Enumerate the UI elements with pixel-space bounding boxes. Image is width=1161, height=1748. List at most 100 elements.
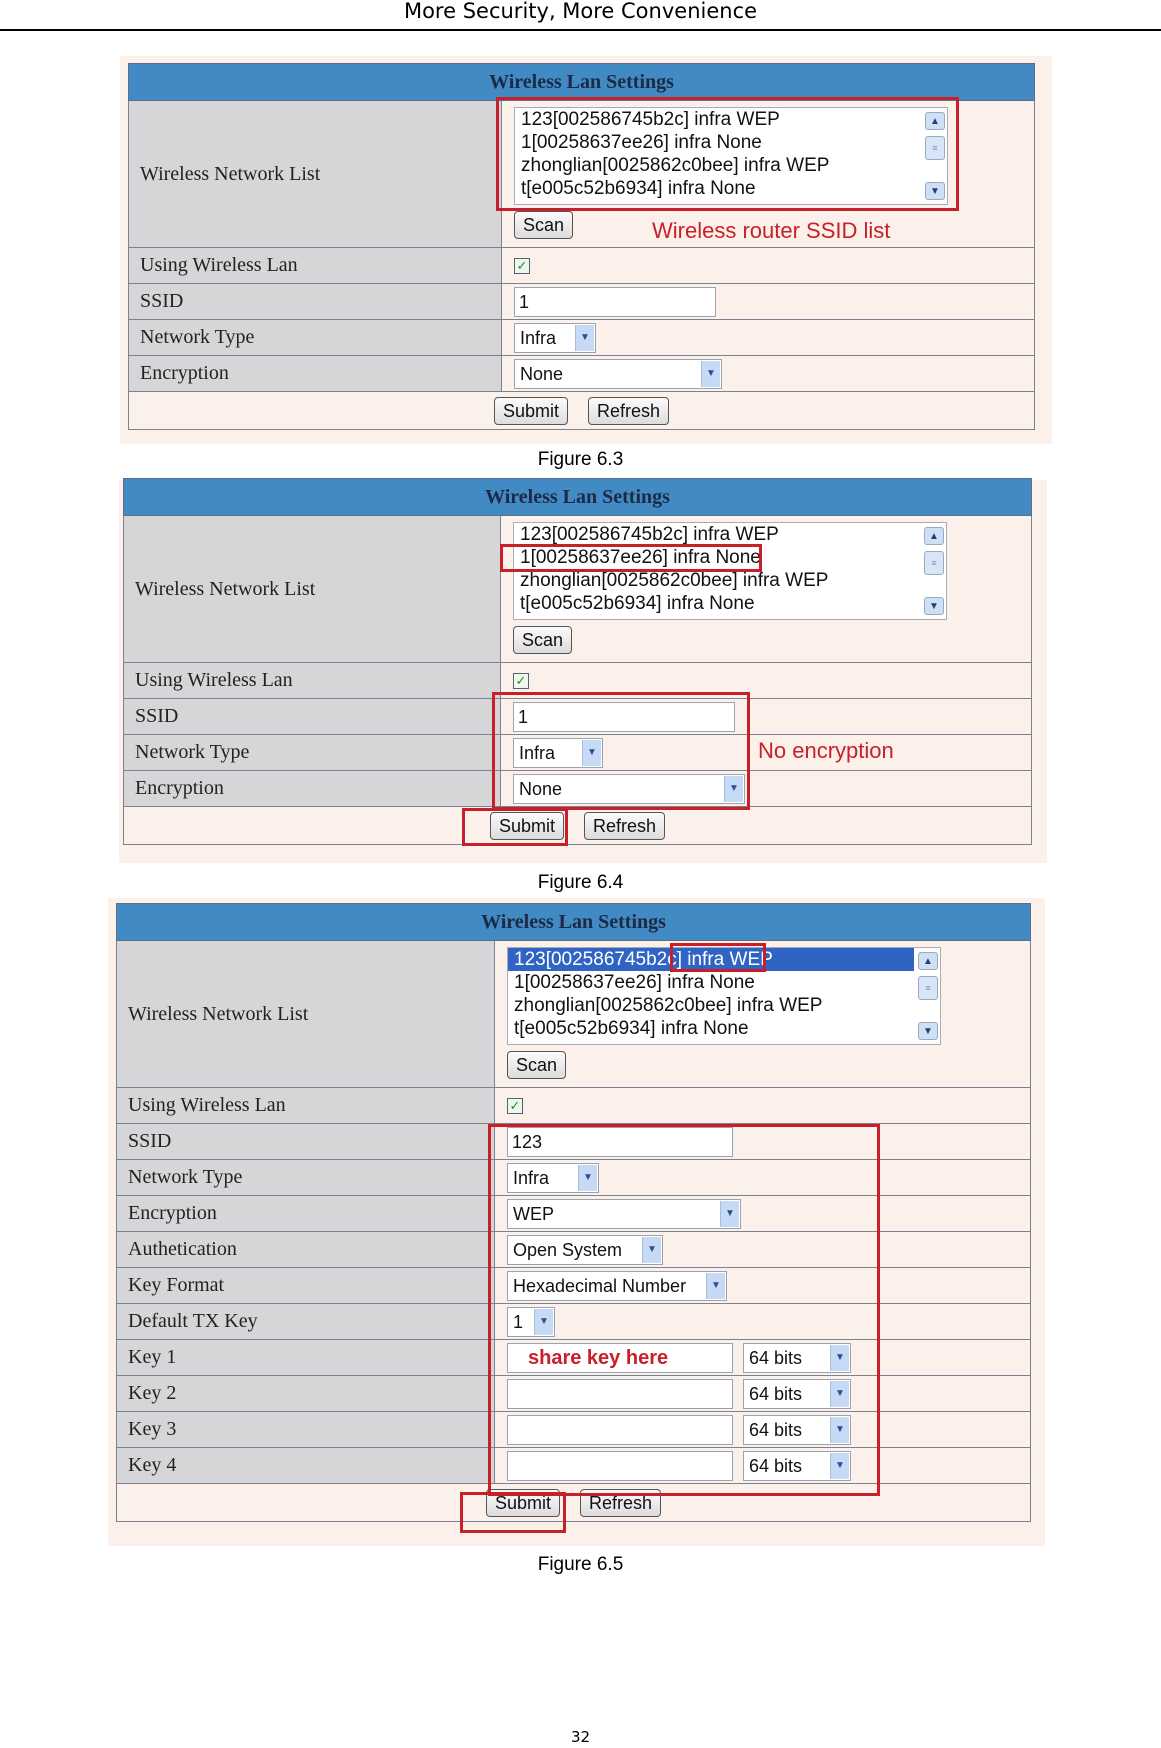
- scan-button[interactable]: Scan: [507, 1051, 567, 1079]
- submit-button[interactable]: Submit: [489, 811, 564, 840]
- scroll-up-icon[interactable]: ▲: [918, 952, 938, 970]
- network-item-selected[interactable]: 123[002586745b2c] infra WEP: [508, 948, 914, 971]
- key-4-bits-select[interactable]: 64 bits ▼: [743, 1450, 851, 1481]
- chevron-down-icon[interactable]: ▼: [582, 739, 601, 766]
- key-4-input[interactable]: [507, 1450, 733, 1481]
- ssid-input[interactable]: 1: [514, 286, 716, 317]
- encryption-select[interactable]: None ▼: [514, 358, 722, 389]
- chevron-down-icon[interactable]: ▼: [578, 1164, 597, 1191]
- table-title: Wireless Lan Settings: [116, 903, 1031, 941]
- label-key-3: Key 3: [116, 1411, 495, 1448]
- label-ssid: SSID: [128, 283, 502, 320]
- key-1-bits-value: 64 bits: [749, 1347, 803, 1368]
- label-network-list: Wireless Network List: [128, 100, 502, 248]
- network-type-value: Infra: [519, 742, 556, 763]
- using-wireless-checkbox[interactable]: ✓: [513, 673, 529, 690]
- scroll-up-icon[interactable]: ▲: [924, 527, 944, 545]
- network-item[interactable]: zhonglian[0025862c0bee] infra WEP: [515, 154, 947, 177]
- refresh-button[interactable]: Refresh: [588, 396, 670, 425]
- chevron-down-icon[interactable]: ▼: [830, 1416, 849, 1443]
- key-2-input[interactable]: [507, 1378, 733, 1409]
- network-item[interactable]: zhonglian[0025862c0bee] infra WEP: [514, 569, 946, 592]
- default-tx-key-value: 1: [513, 1311, 524, 1332]
- scroll-thumb-icon[interactable]: ≡: [924, 551, 944, 575]
- listbox-scrollbar[interactable]: ▲ ≡ ▼: [924, 525, 944, 617]
- chevron-down-icon[interactable]: ▼: [830, 1452, 849, 1479]
- chevron-down-icon[interactable]: ▼: [720, 1200, 739, 1227]
- key-4-bits-value: 64 bits: [749, 1455, 803, 1476]
- authentication-select[interactable]: Open System ▼: [507, 1234, 663, 1265]
- wireless-lan-settings-table: Wireless Lan Settings Wireless Network L…: [116, 903, 1031, 1522]
- chevron-down-icon[interactable]: ▼: [830, 1344, 849, 1371]
- network-listbox[interactable]: 123[002586745b2c] infra WEP 1[00258637ee…: [514, 107, 948, 205]
- chevron-down-icon[interactable]: ▼: [575, 324, 594, 351]
- label-using-wireless: Using Wireless Lan: [123, 662, 501, 699]
- label-key-1: Key 1: [116, 1339, 495, 1376]
- key-3-input[interactable]: [507, 1414, 733, 1445]
- encryption-select[interactable]: None ▼: [513, 773, 745, 804]
- submit-button[interactable]: Submit: [493, 396, 568, 425]
- scroll-thumb-icon[interactable]: ≡: [918, 976, 938, 1000]
- wireless-lan-settings-table: Wireless Lan Settings Wireless Network L…: [128, 63, 1035, 430]
- network-item[interactable]: t[e005c52b6934] infra None: [514, 592, 946, 615]
- chevron-down-icon[interactable]: ▼: [830, 1380, 849, 1407]
- chevron-down-icon[interactable]: ▼: [701, 360, 720, 387]
- key-1-bits-select[interactable]: 64 bits ▼: [743, 1342, 851, 1373]
- scroll-down-icon[interactable]: ▼: [918, 1022, 938, 1040]
- scan-button[interactable]: Scan: [513, 626, 573, 654]
- label-network-type: Network Type: [116, 1159, 495, 1196]
- key-3-bits-select[interactable]: 64 bits ▼: [743, 1414, 851, 1445]
- encryption-select[interactable]: WEP ▼: [507, 1198, 741, 1229]
- chevron-down-icon[interactable]: ▼: [642, 1236, 661, 1263]
- network-item[interactable]: zhonglian[0025862c0bee] infra WEP: [508, 994, 940, 1017]
- scroll-down-icon[interactable]: ▼: [925, 182, 945, 200]
- encryption-value: None: [519, 778, 563, 799]
- label-encryption: Encryption: [116, 1195, 495, 1232]
- network-listbox[interactable]: 123[002586745b2c] infra WEP 1[00258637ee…: [507, 947, 941, 1045]
- ssid-input[interactable]: 1: [513, 701, 735, 732]
- ssid-input[interactable]: 123: [507, 1126, 733, 1157]
- submit-button[interactable]: Submit: [485, 1488, 560, 1517]
- network-type-value: Infra: [520, 327, 557, 348]
- key-1-input[interactable]: share key here: [507, 1342, 733, 1373]
- network-item[interactable]: t[e005c52b6934] infra None: [508, 1017, 940, 1040]
- network-listbox[interactable]: 123[002586745b2c] infra WEP 1[00258637ee…: [513, 522, 947, 620]
- scroll-thumb-icon[interactable]: ≡: [925, 136, 945, 160]
- using-wireless-checkbox[interactable]: ✓: [507, 1098, 523, 1115]
- network-item[interactable]: 123[002586745b2c] infra WEP: [514, 523, 946, 546]
- listbox-scrollbar[interactable]: ▲ ≡ ▼: [918, 950, 938, 1042]
- network-item[interactable]: 123[002586745b2c] infra WEP: [515, 108, 947, 131]
- listbox-scrollbar[interactable]: ▲ ≡ ▼: [925, 110, 945, 202]
- network-type-select[interactable]: Infra ▼: [513, 737, 603, 768]
- label-key-format: Key Format: [116, 1267, 495, 1304]
- page-header: More Security, More Convenience: [403, 0, 758, 23]
- scan-button[interactable]: Scan: [514, 211, 574, 239]
- label-key-2: Key 2: [116, 1375, 495, 1412]
- chevron-down-icon[interactable]: ▼: [706, 1272, 725, 1299]
- chevron-down-icon[interactable]: ▼: [534, 1308, 553, 1335]
- network-item[interactable]: 1[00258637ee26] infra None: [515, 131, 947, 154]
- network-list-cell: 123[002586745b2c] infra WEP 1[00258637ee…: [500, 515, 1032, 663]
- network-item[interactable]: 1[00258637ee26] infra None: [514, 546, 946, 569]
- scroll-down-icon[interactable]: ▼: [924, 597, 944, 615]
- key-2-bits-select[interactable]: 64 bits ▼: [743, 1378, 851, 1409]
- network-item[interactable]: 1[00258637ee26] infra None: [508, 971, 940, 994]
- scroll-up-icon[interactable]: ▲: [925, 112, 945, 130]
- label-encryption: Encryption: [123, 770, 501, 807]
- default-tx-key-select[interactable]: 1 ▼: [507, 1306, 555, 1337]
- network-type-select[interactable]: Infra ▼: [514, 322, 596, 353]
- chevron-down-icon[interactable]: ▼: [724, 775, 743, 802]
- label-using-wireless: Using Wireless Lan: [116, 1087, 495, 1124]
- refresh-button[interactable]: Refresh: [584, 811, 666, 840]
- caption-6-3: Figure 6.3: [537, 449, 624, 470]
- network-item[interactable]: t[e005c52b6934] infra None: [515, 177, 947, 200]
- using-wireless-checkbox[interactable]: ✓: [514, 258, 530, 275]
- key-format-select[interactable]: Hexadecimal Number ▼: [507, 1270, 727, 1301]
- table-title: Wireless Lan Settings: [128, 63, 1035, 101]
- caption-6-4: Figure 6.4: [537, 872, 624, 893]
- label-network-list: Wireless Network List: [116, 940, 495, 1088]
- label-ssid: SSID: [116, 1123, 495, 1160]
- network-type-select[interactable]: Infra ▼: [507, 1162, 599, 1193]
- label-default-tx-key: Default TX Key: [116, 1303, 495, 1340]
- refresh-button[interactable]: Refresh: [580, 1488, 662, 1517]
